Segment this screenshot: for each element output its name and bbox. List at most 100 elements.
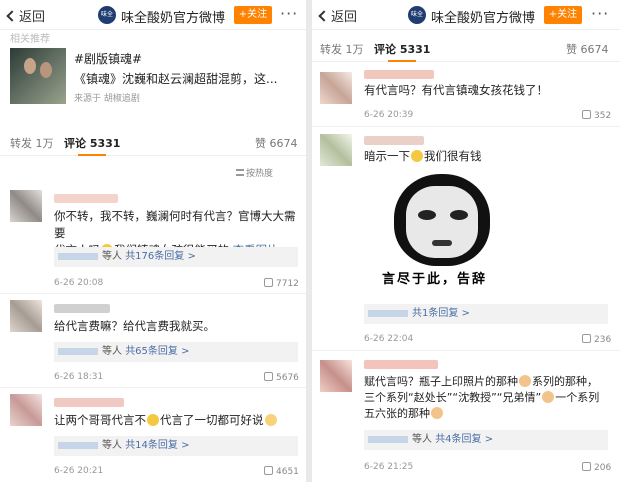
right-screenshot: 返回 味全 味全酸奶官方微博 +关注 ··· 转发 1万 评论 5331 赞 6… xyxy=(312,0,620,482)
follow-button[interactable]: +关注 xyxy=(544,6,582,24)
panda-mouth xyxy=(432,240,452,246)
video-thumbnail[interactable] xyxy=(10,48,66,104)
thumbs-up-icon xyxy=(582,462,591,471)
reply-summary[interactable]: 等人 共65条回复 > xyxy=(54,342,298,362)
comment-timestamp: 6-26 21:25 xyxy=(364,462,414,472)
replier-names xyxy=(58,347,98,355)
account-avatar[interactable]: 味全 xyxy=(98,6,116,24)
thumbs-up-icon xyxy=(582,110,591,119)
comment-timestamp: 6-26 18:31 xyxy=(54,372,104,382)
commenter-name[interactable] xyxy=(54,194,118,203)
chevron-left-icon xyxy=(318,10,330,22)
clap-emoji-icon xyxy=(264,414,277,426)
account-name[interactable]: 味全酸奶官方微博 xyxy=(431,7,535,26)
reply-summary[interactable]: 等人 共14条回复 > xyxy=(54,436,298,456)
replier-names xyxy=(58,441,98,449)
panda-eye xyxy=(450,210,468,220)
replier-names xyxy=(368,309,408,317)
tab-comment[interactable]: 评论 5331 xyxy=(64,135,120,151)
commenter-name[interactable] xyxy=(54,398,124,407)
back-button[interactable]: 返回 xyxy=(318,6,358,25)
sort-toggle[interactable]: 按热度 xyxy=(236,166,273,179)
tab-like[interactable]: 赞 6674 xyxy=(566,41,609,57)
like-button[interactable]: 4651 xyxy=(264,466,299,477)
video-title[interactable]: #剧版镇魂# xyxy=(74,50,142,67)
pointing-hand-emoji-icon xyxy=(431,407,443,419)
commenter-avatar[interactable] xyxy=(320,134,352,166)
tab-repost[interactable]: 转发 1万 xyxy=(320,41,364,57)
reply-summary[interactable]: 等人 共176条回复 > xyxy=(54,247,298,267)
comment-text: 有代言吗？有代言镇魂女孩花钱了！ xyxy=(364,83,548,97)
video-card[interactable]: #剧版镇魂# 《镇魂》沈巍和赵云澜超甜混剪，这... 来源于 胡椒追剧 xyxy=(0,42,306,110)
like-button[interactable]: 7712 xyxy=(264,278,299,289)
comment-timestamp: 6-26 20:39 xyxy=(364,110,414,120)
sweat-emoji-icon xyxy=(147,414,159,426)
meme-caption: 言尽于此，告辞 xyxy=(382,272,488,287)
more-menu-button[interactable]: ··· xyxy=(280,4,298,23)
comment-text: 暗示一下 我们很有钱 xyxy=(364,149,482,163)
interaction-tabs: 转发 1万 评论 5331 赞 6674 xyxy=(0,128,306,156)
reply-summary[interactable]: 共1条回复 > xyxy=(364,304,608,324)
view-replies-link[interactable]: 共4条回复 > xyxy=(435,434,493,445)
back-label: 返回 xyxy=(19,10,46,25)
commenter-avatar[interactable] xyxy=(10,190,42,222)
account-avatar[interactable]: 味全 xyxy=(408,6,426,24)
back-button[interactable]: 返回 xyxy=(6,6,46,25)
more-menu-button[interactable]: ··· xyxy=(591,4,609,23)
meme-image[interactable]: 言尽于此，告辞 xyxy=(372,170,512,290)
commenter-avatar[interactable] xyxy=(320,72,352,104)
thumbs-up-icon xyxy=(264,372,273,381)
comment-text: 赋代言吗？瓶子上印照片的那种 系列的那种， 三个系列“赵处长”“沈教授”“兄弟情”… xyxy=(364,375,600,420)
commenter-name[interactable] xyxy=(364,70,434,79)
divider xyxy=(0,387,306,388)
like-button[interactable]: 206 xyxy=(582,462,611,473)
commenter-name[interactable] xyxy=(364,360,438,369)
video-source: 来源于 胡椒追剧 xyxy=(74,94,140,104)
active-tab-indicator xyxy=(388,60,416,62)
view-replies-link[interactable]: 共1条回复 > xyxy=(412,308,470,319)
comment-text: 让两个哥哥代言不 代言了一切都可好说 xyxy=(54,412,278,429)
video-description[interactable]: 《镇魂》沈巍和赵云澜超甜混剪，这... xyxy=(74,70,277,87)
sort-label: 按热度 xyxy=(246,169,274,179)
chevron-left-icon xyxy=(6,10,18,22)
replier-names xyxy=(368,435,408,443)
active-tab-indicator xyxy=(78,154,106,156)
sweat-emoji-icon xyxy=(411,150,423,162)
left-screenshot: 返回 味全 味全酸奶官方微博 +关注 ··· 相关推荐 #剧版镇魂# 《镇魂》沈… xyxy=(0,0,306,482)
commenter-name[interactable] xyxy=(54,304,110,313)
panda-face xyxy=(406,186,478,258)
top-bar: 返回 味全 味全酸奶官方微博 +关注 ··· xyxy=(0,0,306,30)
like-button[interactable]: 236 xyxy=(582,334,611,345)
comment-timestamp: 6-26 22:04 xyxy=(364,334,414,344)
commenter-avatar[interactable] xyxy=(10,300,42,332)
account-name[interactable]: 味全酸奶官方微博 xyxy=(121,7,225,26)
comment-timestamp: 6-26 20:21 xyxy=(54,466,104,476)
comment-timestamp: 6-26 20:08 xyxy=(54,278,104,288)
tab-like[interactable]: 赞 6674 xyxy=(255,135,298,151)
reply-summary[interactable]: 等人 共4条回复 > xyxy=(364,430,608,450)
thumbs-up-icon xyxy=(582,334,591,343)
comment-text: 给代言费嘛？给代言费我就买。 xyxy=(54,319,215,333)
divider xyxy=(0,293,306,294)
view-replies-link[interactable]: 共65条回复 > xyxy=(125,346,189,357)
ok-hand-emoji-icon xyxy=(542,391,555,403)
replier-names xyxy=(58,252,98,260)
thumbs-up-icon xyxy=(264,278,273,287)
like-button[interactable]: 352 xyxy=(582,110,611,121)
panda-eye xyxy=(418,210,436,220)
muscle-emoji-icon xyxy=(519,375,531,387)
commenter-avatar[interactable] xyxy=(320,360,352,392)
tab-repost[interactable]: 转发 1万 xyxy=(10,135,54,151)
follow-button[interactable]: +关注 xyxy=(234,6,272,24)
view-replies-link[interactable]: 共176条回复 > xyxy=(125,251,196,262)
sort-icon xyxy=(236,169,244,176)
view-replies-link[interactable]: 共14条回复 > xyxy=(125,440,189,451)
commenter-avatar[interactable] xyxy=(10,394,42,426)
interaction-tabs: 转发 1万 评论 5331 赞 6674 xyxy=(312,34,620,62)
back-label: 返回 xyxy=(331,10,358,25)
thumbs-up-icon xyxy=(264,466,273,475)
commenter-name[interactable] xyxy=(364,136,424,145)
divider xyxy=(312,126,620,127)
tab-comment[interactable]: 评论 5331 xyxy=(374,41,430,57)
like-button[interactable]: 5676 xyxy=(264,372,299,383)
